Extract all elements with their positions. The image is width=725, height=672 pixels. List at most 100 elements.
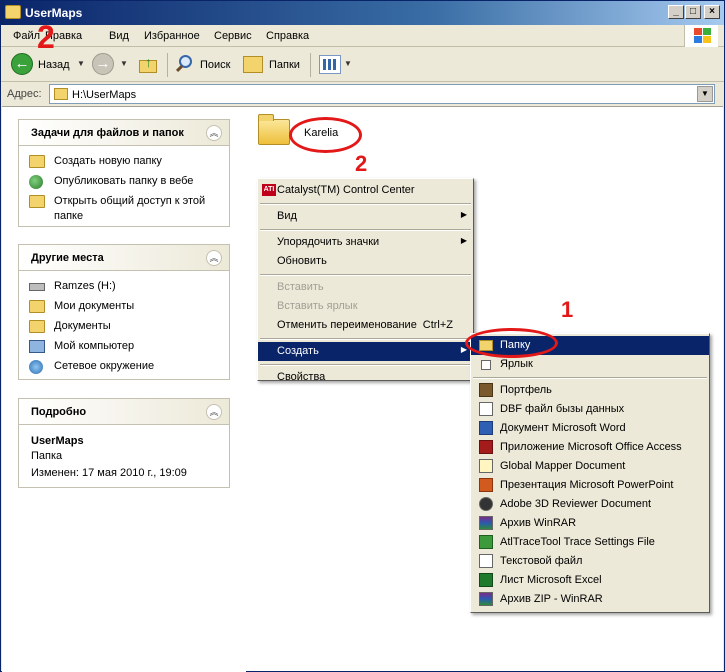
place-label[interactable]: Ramzes (H:): [54, 280, 116, 292]
menu-item-catalyst[interactable]: ATI Catalyst(TM) Control Center: [258, 181, 473, 200]
menu-favorites[interactable]: Избранное: [144, 30, 200, 42]
task-new-folder[interactable]: Создать новую папку: [19, 152, 229, 172]
up-folder-icon[interactable]: ↑: [139, 54, 159, 74]
menu-item-view[interactable]: Вид ▶: [258, 207, 473, 226]
menu-item-label[interactable]: Отменить переименование: [277, 319, 417, 331]
address-bar: Адрес: H:\UserMaps ▼: [1, 83, 724, 105]
menu-item-properties[interactable]: Свойства: [258, 368, 473, 387]
submenu-item-atltrace[interactable]: AtlTraceTool Trace Settings File: [471, 533, 709, 552]
menu-item-paste[interactable]: Вставить: [258, 278, 473, 297]
place-label[interactable]: Мой компьютер: [54, 340, 134, 352]
submenu-item-label[interactable]: AtlTraceTool Trace Settings File: [500, 536, 655, 548]
submenu-item-winrar[interactable]: Архив WinRAR: [471, 514, 709, 533]
back-arrow-icon[interactable]: ←: [11, 53, 33, 75]
submenu-item-label[interactable]: Ярлык: [500, 358, 533, 370]
dbf-file-icon: [479, 402, 493, 416]
search-icon[interactable]: [175, 54, 195, 74]
menu-item-paste-shortcut[interactable]: Вставить ярлык: [258, 297, 473, 316]
place-label[interactable]: Мои документы: [54, 300, 134, 312]
submenu-item-access[interactable]: Приложение Microsoft Office Access: [471, 438, 709, 457]
menu-item-label[interactable]: Вид: [277, 210, 297, 222]
menu-item-label[interactable]: Обновить: [277, 255, 327, 267]
submenu-item-label[interactable]: Adobe 3D Reviewer Document: [500, 498, 651, 510]
folder-icon[interactable]: [258, 114, 290, 145]
maximize-button[interactable]: □: [685, 5, 701, 19]
minimize-button[interactable]: _: [668, 5, 684, 19]
submenu-item-text[interactable]: Текстовой файл: [471, 552, 709, 571]
submenu-item-adobe3d[interactable]: Adobe 3D Reviewer Document: [471, 495, 709, 514]
file-tasks-header[interactable]: Задачи для файлов и папок ︽: [19, 120, 229, 146]
place-my-computer[interactable]: Мой компьютер: [19, 337, 229, 357]
details-header[interactable]: Подробно ︽: [19, 399, 229, 425]
views-icon[interactable]: [319, 55, 341, 74]
task-share-folder-cont[interactable]: папке: [19, 207, 229, 223]
submenu-item-label[interactable]: Global Mapper Document: [500, 460, 625, 472]
collapse-chevron-icon[interactable]: ︽: [206, 250, 222, 266]
address-input[interactable]: H:\UserMaps ▼: [49, 84, 715, 104]
forward-dropdown-icon[interactable]: ▼: [120, 59, 128, 68]
address-dropdown-icon[interactable]: ▼: [697, 86, 713, 102]
place-my-documents[interactable]: Мои документы: [19, 297, 229, 317]
back-button-label[interactable]: Назад: [38, 59, 70, 71]
folders-icon[interactable]: [243, 56, 263, 73]
place-drive[interactable]: Ramzes (H:): [19, 277, 229, 297]
zip-winrar-icon: [479, 592, 493, 606]
menu-item-label[interactable]: Catalyst(TM) Control Center: [277, 184, 415, 196]
menu-item-refresh[interactable]: Обновить: [258, 252, 473, 271]
place-label[interactable]: Сетевое окружение: [54, 360, 154, 372]
place-documents[interactable]: Документы: [19, 317, 229, 337]
other-places-header[interactable]: Другие места ︽: [19, 245, 229, 271]
task-publish-web[interactable]: Опубликовать папку в вебе: [19, 172, 229, 192]
submenu-item-label[interactable]: Архив WinRAR: [500, 517, 576, 529]
submenu-item-label[interactable]: Презентация Microsoft PowerPoint: [500, 479, 673, 491]
menu-item-label[interactable]: Вставить: [277, 281, 324, 293]
new-folder-icon: [29, 155, 45, 168]
task-label[interactable]: папке: [54, 210, 83, 222]
menu-tools[interactable]: Сервис: [214, 30, 252, 42]
submenu-item-dbf[interactable]: DBF файл бызы данных: [471, 400, 709, 419]
submenu-item-excel[interactable]: Лист Microsoft Excel: [471, 571, 709, 590]
address-path[interactable]: H:\UserMaps: [72, 89, 136, 101]
submenu-item-label[interactable]: DBF файл бызы данных: [500, 403, 624, 415]
address-label: Адрес:: [7, 88, 42, 100]
submenu-item-label[interactable]: Документ Microsoft Word: [500, 422, 626, 434]
menu-help[interactable]: Справка: [266, 30, 309, 42]
menu-item-arrange[interactable]: Упорядочить значки ▶: [258, 233, 473, 252]
menu-file[interactable]: Файл: [13, 30, 40, 42]
submenu-item-powerpoint[interactable]: Презентация Microsoft PowerPoint: [471, 476, 709, 495]
submenu-item-zip[interactable]: Архив ZIP - WinRAR: [471, 590, 709, 609]
submenu-item-briefcase[interactable]: Портфель: [471, 381, 709, 400]
collapse-chevron-icon[interactable]: ︽: [206, 125, 222, 141]
forward-arrow-icon[interactable]: →: [92, 53, 114, 75]
menu-item-undo-rename[interactable]: Отменить переименование Ctrl+Z: [258, 316, 473, 335]
back-dropdown-icon[interactable]: ▼: [77, 59, 85, 68]
submenu-item-label[interactable]: Текстовой файл: [500, 555, 582, 567]
views-dropdown-icon[interactable]: ▼: [344, 59, 352, 68]
menu-view[interactable]: Вид: [109, 30, 129, 42]
search-button-label[interactable]: Поиск: [200, 59, 230, 71]
submenu-item-label[interactable]: Лист Microsoft Excel: [500, 574, 602, 586]
close-button[interactable]: ×: [704, 5, 720, 19]
title-bar[interactable]: UserMaps _ □ ×: [1, 1, 724, 25]
menu-item-create[interactable]: Создать ▶: [258, 342, 473, 361]
submenu-item-label[interactable]: Архив ZIP - WinRAR: [500, 593, 603, 605]
menu-item-label[interactable]: Вставить ярлык: [277, 300, 358, 312]
submenu-arrow-icon: ▶: [460, 236, 467, 245]
submenu-item-word[interactable]: Документ Microsoft Word: [471, 419, 709, 438]
place-network[interactable]: Сетевое окружение: [19, 357, 229, 377]
menu-item-label[interactable]: Создать: [277, 345, 319, 357]
task-label[interactable]: Открыть общий доступ к этой: [54, 195, 205, 207]
winrar-icon: [479, 516, 493, 530]
task-label[interactable]: Создать новую папку: [54, 155, 162, 167]
collapse-chevron-icon[interactable]: ︽: [206, 404, 222, 420]
submenu-item-label[interactable]: Портфель: [500, 384, 552, 396]
menu-item-label[interactable]: Упорядочить значки: [277, 236, 379, 248]
folders-button-label[interactable]: Папки: [269, 59, 300, 71]
file-tasks-panel: Задачи для файлов и папок ︽ Создать нову…: [18, 119, 230, 227]
submenu-item-global-mapper[interactable]: Global Mapper Document: [471, 457, 709, 476]
menu-item-label[interactable]: Свойства: [277, 371, 325, 383]
shortcut-icon: [481, 360, 491, 370]
submenu-item-label[interactable]: Приложение Microsoft Office Access: [500, 441, 682, 453]
place-label[interactable]: Документы: [54, 320, 111, 332]
task-label[interactable]: Опубликовать папку в вебе: [54, 175, 193, 187]
